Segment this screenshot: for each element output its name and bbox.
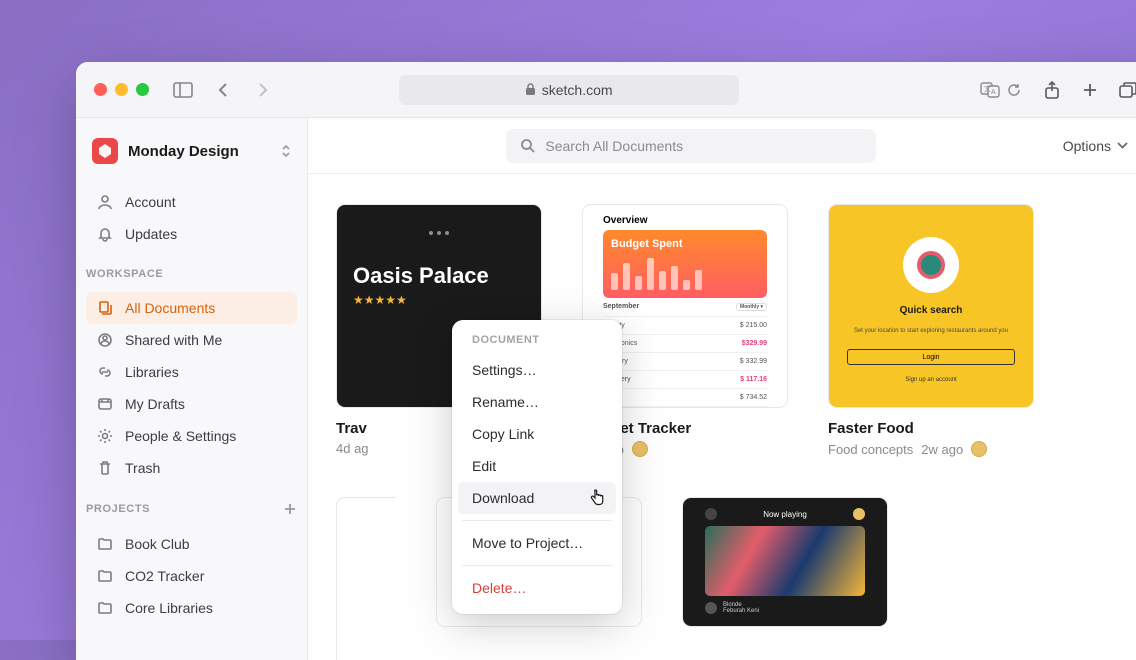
sidebar: Monday Design Account Updates WORKSPACE [76, 118, 308, 660]
context-menu: DOCUMENT Settings… Rename… Copy Link Edi… [452, 320, 622, 614]
sidebar-item-label: Book Club [125, 536, 190, 552]
translate-icon[interactable]: 文A [980, 80, 1000, 100]
document-card[interactable]: Quick search Set your location to start … [828, 204, 1034, 457]
document-thumbnail [336, 497, 396, 660]
url-bar[interactable]: sketch.com [399, 75, 739, 105]
sidebar-item-label: My Drafts [125, 396, 185, 412]
documents-icon [96, 299, 114, 317]
sidebar-item-libraries[interactable]: Libraries [86, 356, 297, 388]
context-menu-divider [462, 565, 612, 566]
document-thumbnail: Quick search Set your location to start … [828, 204, 1034, 408]
url-host: sketch.com [542, 82, 613, 98]
folder-icon [96, 535, 114, 553]
context-menu-item-copy-link[interactable]: Copy Link [458, 418, 616, 450]
drafts-icon [96, 395, 114, 413]
sidebar-item-shared[interactable]: Shared with Me [86, 324, 297, 356]
user-icon [96, 193, 114, 211]
options-button[interactable]: Options [1063, 138, 1128, 154]
workspace-name: Monday Design [128, 143, 271, 160]
context-menu-divider [462, 520, 612, 521]
new-tab-icon[interactable] [1080, 80, 1100, 100]
sidebar-item-trash[interactable]: Trash [86, 452, 297, 484]
svg-text:文: 文 [984, 84, 991, 93]
chevron-down-icon [1117, 142, 1128, 149]
sidebar-item-drafts[interactable]: My Drafts [86, 388, 297, 420]
shared-icon [96, 331, 114, 349]
trash-icon [96, 459, 114, 477]
search-icon [520, 138, 535, 153]
share-icon[interactable] [1042, 80, 1062, 100]
document-card[interactable]: Now playing BlondeFeburah Keni [682, 497, 888, 660]
sidebar-item-updates[interactable]: Updates [86, 218, 297, 250]
reload-icon[interactable] [1004, 80, 1024, 100]
link-icon [96, 363, 114, 381]
main-content: Search All Documents Options Oasis Palac… [308, 118, 1136, 660]
folder-icon [96, 599, 114, 617]
sidebar-item-people-settings[interactable]: People & Settings [86, 420, 297, 452]
document-card[interactable]: Hybrid iOS Con [336, 497, 396, 660]
options-label: Options [1063, 138, 1111, 154]
context-menu-item-edit[interactable]: Edit [458, 450, 616, 482]
avatar [632, 441, 648, 457]
forward-button[interactable] [253, 80, 273, 100]
sidebar-item-all-documents[interactable]: All Documents [86, 292, 297, 324]
context-menu-item-rename[interactable]: Rename… [458, 386, 616, 418]
sidebar-item-label: People & Settings [125, 428, 236, 444]
sidebar-project-co2[interactable]: CO2 Tracker [86, 560, 297, 592]
traffic-lights [94, 83, 149, 96]
svg-text:A: A [991, 89, 996, 96]
workspace-switcher[interactable]: Monday Design [76, 132, 307, 182]
toolbar: Search All Documents Options [308, 118, 1136, 174]
context-menu-item-download[interactable]: Download [458, 482, 616, 514]
sidebar-item-label: Trash [125, 460, 160, 476]
sidebar-item-label: Libraries [125, 364, 179, 380]
sidebar-item-label: Shared with Me [125, 332, 222, 348]
add-project-button[interactable] [283, 502, 297, 516]
search-placeholder: Search All Documents [545, 138, 683, 154]
document-thumbnail: Now playing BlondeFeburah Keni [682, 497, 888, 627]
folder-icon [96, 567, 114, 585]
window-zoom-button[interactable] [136, 83, 149, 96]
avatar [971, 441, 987, 457]
tabs-icon[interactable] [1118, 80, 1136, 100]
document-title: Faster Food [828, 420, 1034, 437]
browser-chrome: sketch.com 文A [76, 62, 1136, 118]
chevron-updown-icon [281, 143, 291, 159]
sidebar-item-label: All Documents [125, 300, 215, 316]
workspace-logo [92, 138, 118, 164]
search-input[interactable]: Search All Documents [506, 129, 876, 163]
context-menu-item-move[interactable]: Move to Project… [458, 527, 616, 559]
sidebar-item-label: Account [125, 194, 176, 210]
lock-icon [525, 83, 536, 96]
cursor-pointer-icon [590, 489, 606, 507]
sidebar-item-label: Core Libraries [125, 600, 213, 616]
sidebar-project-book-club[interactable]: Book Club [86, 528, 297, 560]
sidebar-section-projects: PROJECTS [76, 488, 307, 524]
context-menu-item-delete[interactable]: Delete… [458, 572, 616, 604]
sidebar-item-label: Updates [125, 226, 177, 242]
window-minimize-button[interactable] [115, 83, 128, 96]
documents-grid: Oasis Palace ★★★★★ Trav 4d ag Overview B… [308, 174, 1136, 660]
browser-window: sketch.com 文A [76, 62, 1136, 660]
context-menu-item-settings[interactable]: Settings… [458, 354, 616, 386]
sidebar-section-workspace: WORKSPACE [76, 254, 307, 288]
context-menu-label: DOCUMENT [458, 330, 616, 354]
back-button[interactable] [213, 80, 233, 100]
sidebar-project-core-libs[interactable]: Core Libraries [86, 592, 297, 624]
gear-icon [96, 427, 114, 445]
document-meta: Food concepts 2w ago [828, 441, 1034, 457]
window-close-button[interactable] [94, 83, 107, 96]
bell-icon [96, 225, 114, 243]
sidebar-item-label: CO2 Tracker [125, 568, 204, 584]
sidebar-item-account[interactable]: Account [86, 186, 297, 218]
sidebar-toggle-icon[interactable] [173, 80, 193, 100]
